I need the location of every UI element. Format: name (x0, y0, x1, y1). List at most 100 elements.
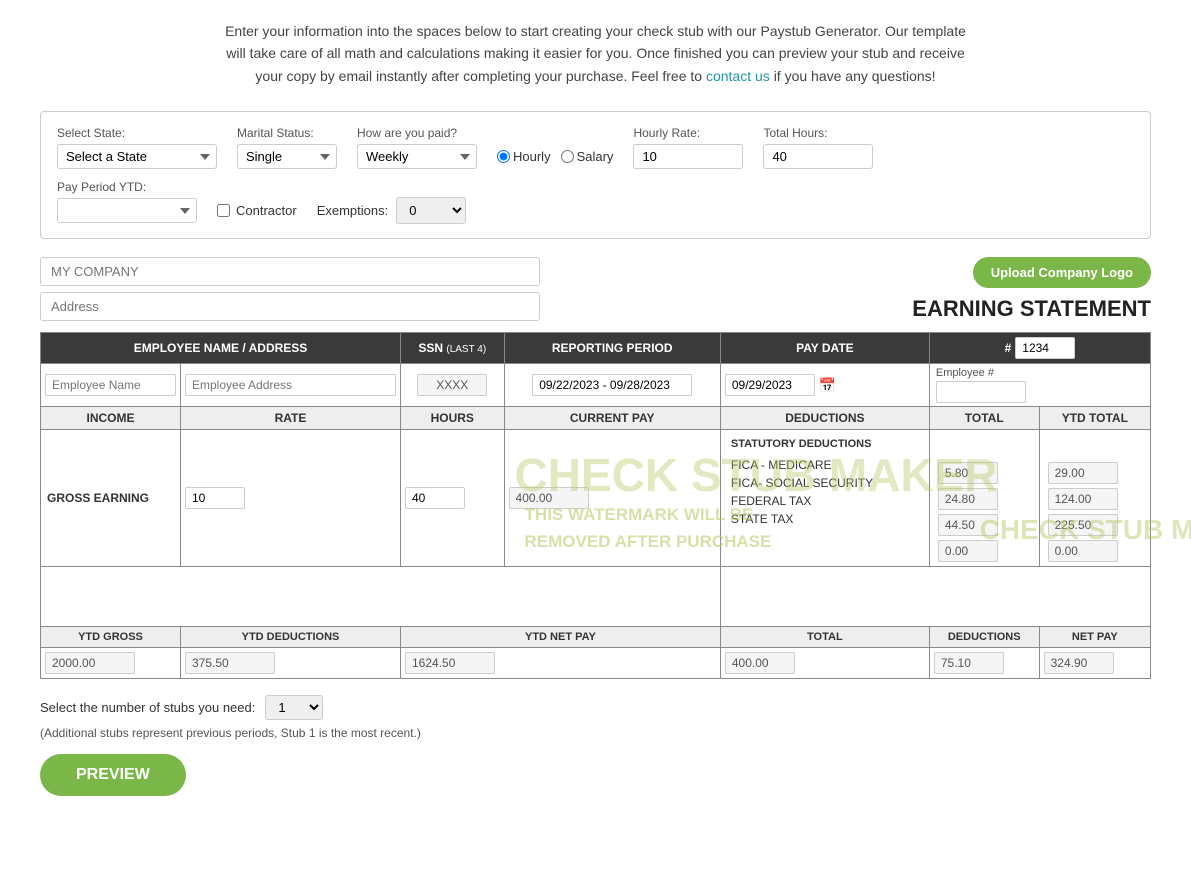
employee-name-input[interactable] (45, 374, 176, 396)
stub-number-input[interactable] (1015, 337, 1075, 359)
employee-number-input[interactable] (936, 381, 1026, 403)
preview-button[interactable]: PREVIEW (40, 754, 186, 796)
gross-rate-input[interactable] (185, 487, 245, 509)
federal-tax-row: FEDERAL TAX (727, 492, 923, 510)
hourly-radio-label[interactable]: Hourly (497, 149, 551, 164)
salary-radio-label[interactable]: Salary (561, 149, 614, 164)
hourly-rate-group: Hourly Rate: (633, 126, 743, 169)
col-income-header: INCOME (41, 407, 181, 430)
ssn-cell (401, 364, 505, 407)
col-deductions-header: DEDUCTIONS (720, 407, 929, 430)
fica-medicare-label: FICA - MEDICARE (727, 456, 923, 474)
fica-medicare-row: FICA - MEDICARE (727, 456, 923, 474)
col-current-pay-header: CURRENT PAY (504, 407, 720, 430)
ssn-input[interactable] (417, 374, 487, 396)
net-pay-label-cell: NET PAY (1039, 627, 1150, 648)
bottom-section: Select the number of stubs you need: 1 2… (40, 695, 1151, 796)
state-tax-total-row (934, 538, 1035, 564)
ytd-net-pay-value-cell (401, 648, 721, 679)
net-pay-value-cell (1039, 648, 1150, 679)
pay-type-select[interactable]: Weekly (357, 144, 477, 169)
fica-social-total-row (934, 486, 1035, 512)
marital-select[interactable]: Single (237, 144, 337, 169)
hourly-rate-input[interactable] (633, 144, 743, 169)
deductions-totals (929, 430, 1039, 567)
state-tax-ytd-row (1044, 538, 1146, 564)
col-number-section: # (929, 333, 1150, 364)
fica-social-row: FICA- SOCIAL SECURITY (727, 474, 923, 492)
state-select[interactable]: Select a State (57, 144, 217, 169)
employee-number-cell: Employee # (929, 364, 1150, 407)
state-tax-total (938, 540, 998, 562)
contractor-checkbox[interactable] (217, 204, 230, 217)
net-pay-input (1044, 652, 1114, 674)
total-label-cell: TOTAL (720, 627, 929, 648)
statutory-deductions-label: STATUTORY DEDUCTIONS (727, 432, 923, 456)
gross-hours-input[interactable] (405, 487, 465, 509)
fica-social-label: FICA- SOCIAL SECURITY (727, 474, 923, 492)
contractor-label: Contractor (236, 203, 297, 218)
intro-text-1: Enter your information into the spaces b… (225, 23, 966, 39)
marital-control-group: Marital Status: Single (237, 126, 337, 169)
calendar-icon[interactable]: 📅 (819, 377, 836, 394)
company-address-input[interactable] (40, 292, 540, 321)
pay-date-input[interactable] (725, 374, 815, 396)
pay-period-label: Pay Period YTD: (57, 180, 197, 194)
employee-hash-label: Employee # (936, 367, 1144, 379)
federal-tax-label: FEDERAL TAX (727, 492, 923, 510)
total-value-cell (720, 648, 929, 679)
state-tax-row: STATE TAX (727, 510, 923, 528)
gross-hours-cell (401, 430, 505, 567)
salary-radio[interactable] (561, 150, 574, 163)
main-content-row: GROSS EARNING CHECK STUB MAKER THIS WATE… (41, 430, 1151, 567)
intro-text-4: if you have any questions! (774, 68, 936, 84)
stub-table: EMPLOYEE NAME / ADDRESS SSN (LAST 4) REP… (40, 332, 1151, 679)
col-employee-name-address: EMPLOYEE NAME / ADDRESS (41, 333, 401, 364)
upload-logo-button[interactable]: Upload Company Logo (973, 257, 1151, 288)
earning-statement-title: EARNING STATEMENT (912, 296, 1151, 322)
state-tax-label: STATE TAX (727, 510, 923, 528)
federal-tax-ytd (1048, 514, 1118, 536)
fica-medicare-ytd (1048, 462, 1118, 484)
intro-text-2: will take care of all math and calculati… (226, 45, 965, 61)
deductions-input (934, 652, 1004, 674)
company-inputs-container (40, 257, 912, 321)
pay-period-select[interactable] (57, 198, 197, 223)
company-name-input[interactable] (40, 257, 540, 286)
exemptions-group: Exemptions: 0 (317, 197, 467, 224)
gross-current-pay-cell: CHECK STUB MAKER THIS WATERMARK WILL BER… (504, 430, 720, 567)
contact-us-link[interactable]: contact us (706, 68, 770, 84)
ytd-net-pay-input (405, 652, 495, 674)
employee-address-cell (181, 364, 401, 407)
ytd-gross-input (45, 652, 135, 674)
deductions-section: STATUTORY DEDUCTIONS FICA - MEDICARE FIC… (720, 430, 929, 567)
state-label: Select State: (57, 126, 217, 140)
fica-social-total (938, 488, 998, 510)
employee-name-cell (41, 364, 181, 407)
exemptions-select[interactable]: 0 (396, 197, 466, 224)
hourly-radio[interactable] (497, 150, 510, 163)
stubs-note: (Additional stubs represent previous per… (40, 726, 1151, 740)
col-reporting-period: REPORTING PERIOD (504, 333, 720, 364)
fica-medicare-ytd-row (1044, 460, 1146, 486)
stubs-count-select[interactable]: 1 2 3 4 (265, 695, 323, 720)
ytd-values-row (41, 648, 1151, 679)
deductions-label-cell: DEDUCTIONS (929, 627, 1039, 648)
gross-earning-label: GROSS EARNING (41, 430, 181, 567)
ytd-labels-row: YTD GROSS YTD DEDUCTIONS YTD NET PAY TOT… (41, 627, 1151, 648)
stubs-select-row: Select the number of stubs you need: 1 2… (40, 695, 1151, 720)
employee-address-input[interactable] (185, 374, 396, 396)
total-hours-input[interactable] (763, 144, 873, 169)
stubs-select-label: Select the number of stubs you need: (40, 700, 255, 715)
fica-social-ytd-row (1044, 486, 1146, 512)
ytd-deductions-value-cell (181, 648, 401, 679)
ytd-gross-label-cell: YTD GROSS (41, 627, 181, 648)
fica-social-ytd (1048, 488, 1118, 510)
ytd-deductions-input (185, 652, 275, 674)
reporting-period-input[interactable] (532, 374, 692, 396)
deductions-value-cell (929, 648, 1039, 679)
federal-tax-total (938, 514, 998, 536)
col-rate-header: RATE (181, 407, 401, 430)
hash-label: # (1005, 341, 1012, 355)
pay-date-cell: 📅 (720, 364, 929, 407)
